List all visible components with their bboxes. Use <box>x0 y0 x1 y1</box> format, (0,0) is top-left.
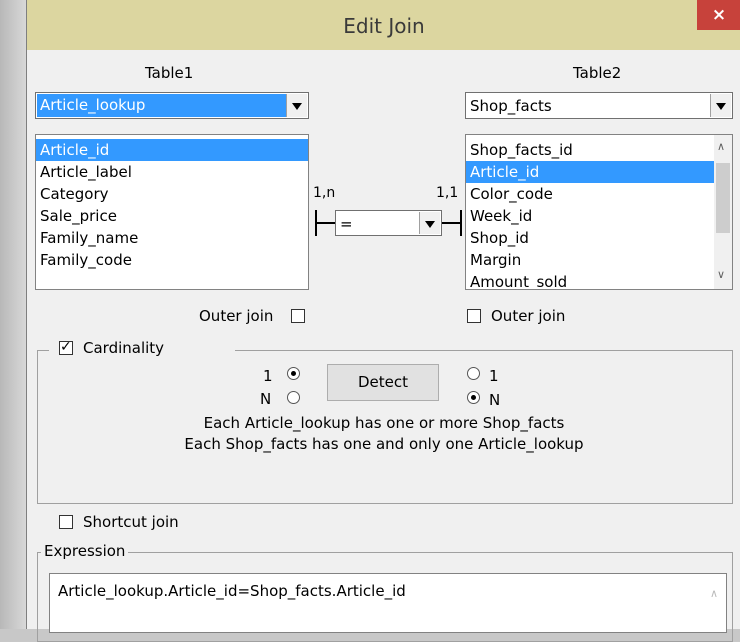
table2-outer-join-checkbox[interactable] <box>467 309 481 323</box>
right-cardinality-label: 1,1 <box>436 185 459 201</box>
list-item[interactable]: Article_id <box>466 161 714 183</box>
chevron-down-icon[interactable] <box>286 94 307 117</box>
right-one-radio[interactable] <box>467 367 480 380</box>
table1-outer-join-checkbox[interactable] <box>291 309 305 323</box>
edit-join-dialog: Edit Join × Table1 Article_lookup Articl… <box>26 0 740 642</box>
close-button[interactable]: × <box>697 0 740 30</box>
right-n-label: N <box>489 391 501 409</box>
join-line-right-horizontal <box>442 222 462 224</box>
list-item[interactable]: Article_label <box>36 161 308 183</box>
background-window <box>0 0 26 629</box>
list-item[interactable]: Article_id <box>36 139 308 161</box>
table2-columns-list[interactable]: Shop_facts_id Article_id Color_code Week_id… <box>465 134 733 290</box>
shortcut-join-checkbox[interactable] <box>59 515 73 529</box>
list-item[interactable]: Family_code <box>36 249 308 271</box>
list-item[interactable]: Family_name <box>36 227 308 249</box>
table1-columns-list[interactable]: Article_id Article_label Category Sale_pric… <box>35 134 309 290</box>
table2-selected-value: Shop_facts <box>470 97 552 115</box>
left-one-radio[interactable] <box>287 367 300 380</box>
list-item[interactable]: Category <box>36 183 308 205</box>
chevron-up-icon[interactable]: ∧ <box>710 588 718 600</box>
shortcut-join-label: Shortcut join <box>83 513 179 531</box>
table1-outer-join-label: Outer join <box>199 307 274 325</box>
list-item[interactable]: Sale_price <box>36 205 308 227</box>
dialog-title: Edit Join <box>343 14 425 38</box>
list-item[interactable]: Shop_id <box>466 227 714 249</box>
table1-heading: Table1 <box>145 64 194 82</box>
expression-textarea[interactable]: Article_lookup.Article_id=Shop_facts.Art… <box>49 573 727 633</box>
list-item[interactable]: Week_id <box>466 205 714 227</box>
table2-outer-join-label: Outer join <box>491 307 566 325</box>
table2-scrollbar[interactable]: ∧ ∨ <box>714 135 732 289</box>
table2-select[interactable]: Shop_facts <box>465 92 733 119</box>
cardinality-description-1: Each Article_lookup has one or more Shop… <box>203 414 565 432</box>
left-n-label: N <box>260 390 272 408</box>
left-cardinality-label: 1,n <box>313 185 336 201</box>
chevron-down-icon[interactable] <box>710 94 731 117</box>
list-item[interactable]: Color_code <box>466 183 714 205</box>
right-n-radio[interactable] <box>467 391 480 404</box>
chevron-down-icon[interactable] <box>419 212 440 234</box>
expression-text: Article_lookup.Article_id=Shop_facts.Art… <box>58 582 406 600</box>
chevron-down-icon[interactable]: ∨ <box>717 269 725 281</box>
cardinality-label: Cardinality <box>83 339 165 357</box>
cardinality-description-2: Each Shop_facts has one and only one Art… <box>184 435 584 453</box>
join-line-left-horizontal <box>315 222 335 224</box>
list-item[interactable]: Amount_sold <box>466 271 714 289</box>
join-operator-value: = <box>340 215 353 233</box>
table1-selected-value: Article_lookup <box>37 94 286 117</box>
title-bar: Edit Join × <box>27 0 740 50</box>
left-one-label: 1 <box>263 367 273 385</box>
detect-button[interactable]: Detect <box>327 364 439 401</box>
join-operator-select[interactable]: = <box>335 210 442 236</box>
cardinality-checkbox[interactable] <box>59 339 73 355</box>
expression-label: Expression <box>41 542 129 560</box>
scrollbar-thumb[interactable] <box>716 163 730 233</box>
left-n-radio[interactable] <box>287 391 300 404</box>
right-one-label: 1 <box>489 367 499 385</box>
chevron-up-icon[interactable]: ∧ <box>717 141 725 153</box>
list-item[interactable]: Margin <box>466 249 714 271</box>
list-item[interactable]: Shop_facts_id <box>466 139 714 161</box>
table2-heading: Table2 <box>573 64 622 82</box>
table1-select[interactable]: Article_lookup <box>35 92 309 119</box>
